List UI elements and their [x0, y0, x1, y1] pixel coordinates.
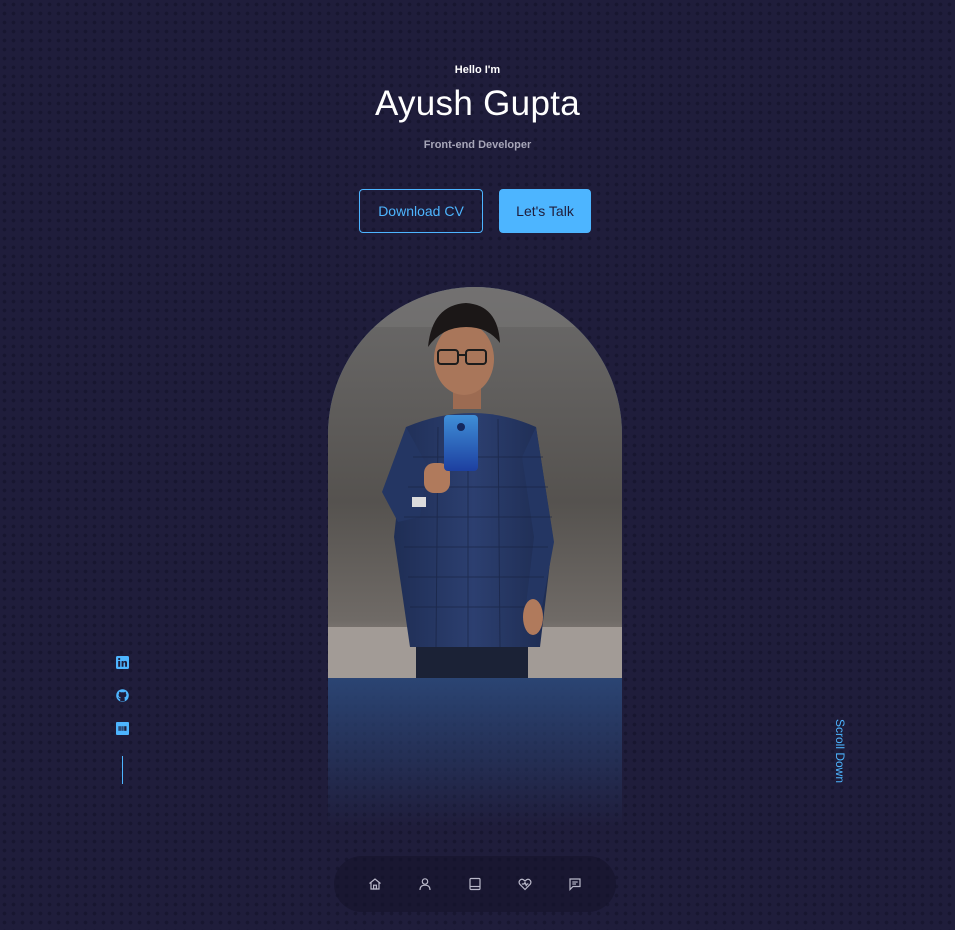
book-icon[interactable] — [467, 876, 483, 892]
github-icon[interactable] — [115, 688, 129, 702]
portrait-frame — [328, 287, 622, 827]
message-icon[interactable] — [567, 876, 583, 892]
services-icon[interactable] — [517, 876, 533, 892]
lets-talk-button[interactable]: Let's Talk — [499, 189, 591, 233]
home-icon[interactable] — [367, 876, 383, 892]
page-title: Ayush Gupta — [374, 84, 580, 123]
scroll-down-link[interactable]: Scroll Down — [833, 716, 847, 786]
linkedin-icon[interactable] — [115, 655, 129, 669]
user-icon[interactable] — [417, 876, 433, 892]
dev-icon[interactable] — [115, 721, 129, 735]
greeting-text: Hello I'm — [454, 64, 501, 76]
social-links — [113, 655, 131, 784]
social-divider — [121, 756, 123, 784]
bottom-nav — [334, 856, 616, 912]
portrait-photo — [328, 287, 622, 678]
role-subtitle: Front-end Developer — [423, 139, 532, 151]
download-cv-button[interactable]: Download CV — [359, 189, 483, 233]
